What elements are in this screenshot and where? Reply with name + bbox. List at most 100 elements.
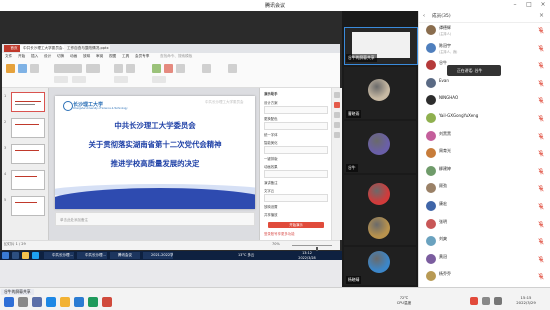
assistant-item[interactable]: 更换配色 — [264, 116, 278, 121]
member-row[interactable]: 张明 — [419, 217, 550, 232]
menu-file[interactable]: 文件 — [5, 54, 12, 59]
minimize-icon[interactable]: – — [510, 1, 520, 9]
taskbar-task[interactable]: 腾讯会议 — [110, 252, 140, 259]
font-selector[interactable] — [54, 64, 82, 73]
shape-icon[interactable] — [152, 64, 161, 73]
screen-share-indicator[interactable]: 谷牛的屏幕共享 — [1, 289, 34, 295]
menu-animation[interactable]: 动画 — [70, 54, 77, 59]
taskbar-task[interactable]: 中共长沙理… — [44, 252, 74, 259]
edge-icon[interactable] — [32, 252, 39, 259]
maximize-icon[interactable]: □ — [524, 1, 534, 9]
task-view-icon[interactable] — [32, 297, 42, 307]
properties-icon[interactable] — [334, 92, 340, 98]
taskbar-task[interactable]: 中共长沙理… — [77, 252, 107, 259]
mic-muted-icon[interactable] — [538, 273, 544, 280]
fill-button[interactable] — [152, 76, 166, 83]
video-tile[interactable]: 曹晓雨 — [344, 67, 416, 119]
mic-muted-icon[interactable] — [538, 62, 544, 69]
menu-slideshow[interactable]: 放映 — [83, 54, 90, 59]
member-row[interactable]: 陈冠宇 (主持人、我) — [419, 41, 550, 56]
wechat-icon[interactable] — [88, 297, 98, 307]
video-tile[interactable] — [344, 211, 416, 245]
member-row[interactable]: Evan — [419, 76, 550, 91]
assistant-icon[interactable] — [334, 102, 340, 108]
mic-muted-icon[interactable] — [538, 185, 544, 192]
taskbar-task[interactable]: 2021-2022学… — [143, 252, 173, 259]
assistant-item[interactable]: 智能美化 — [264, 140, 278, 145]
member-row[interactable]: 谭德辉 (主持人) — [419, 23, 550, 38]
word-icon[interactable] — [74, 297, 84, 307]
assistant-field[interactable] — [264, 122, 328, 130]
mic-muted-icon[interactable] — [538, 44, 544, 52]
current-slide[interactable]: 长沙理工大学 Changsha University of Science & … — [55, 96, 255, 209]
animation-pane-icon[interactable] — [334, 112, 340, 118]
close-panel-icon[interactable]: × — [539, 12, 544, 19]
close-icon[interactable]: × — [538, 1, 548, 9]
align-icon[interactable] — [114, 64, 123, 73]
slide-thumbnail[interactable] — [11, 118, 45, 138]
slide-thumbnail[interactable] — [11, 144, 45, 164]
assistant-field[interactable] — [264, 146, 328, 154]
assistant-item[interactable]: 一键排版 — [264, 156, 278, 161]
system-clock[interactable]: 15:15 2022/3/29 — [506, 295, 546, 305]
find-icon[interactable] — [228, 64, 237, 73]
slide-thumbnail[interactable] — [11, 92, 45, 112]
selection-pane-icon[interactable] — [334, 122, 340, 128]
start-presentation-button[interactable]: 开始演示 — [268, 222, 324, 228]
wps-icon[interactable] — [102, 297, 112, 307]
assistant-field[interactable] — [264, 106, 328, 114]
assistant-footer-link[interactable]: 登录账号享更多功能 — [264, 231, 295, 236]
menu-tools[interactable]: 工具 — [122, 54, 129, 59]
member-row[interactable]: 康宏 — [419, 199, 550, 214]
member-row[interactable]: 顾劲 — [419, 181, 550, 196]
video-tile[interactable]: 杨晓晴 — [344, 247, 416, 285]
member-row[interactable]: 黄冠 — [419, 252, 550, 267]
picture-icon[interactable] — [164, 64, 173, 73]
folder-icon[interactable] — [22, 252, 29, 259]
arrange-icon[interactable] — [202, 64, 211, 73]
textbox-icon[interactable] — [176, 64, 185, 73]
command-search-input[interactable]: 查找命令、搜索模板 — [160, 54, 192, 59]
collapse-icon[interactable]: ‹ — [423, 13, 425, 19]
member-row[interactable]: 刘黑黑 — [419, 129, 550, 144]
italic-button[interactable] — [72, 76, 86, 83]
paragraph-button[interactable] — [114, 76, 128, 83]
mic-muted-icon[interactable] — [538, 203, 544, 210]
zoom-slider[interactable] — [292, 245, 332, 252]
slide-thumbnail[interactable] — [11, 170, 45, 190]
more-icon[interactable] — [334, 132, 340, 138]
menu-transition[interactable]: 切换 — [57, 54, 64, 59]
menu-insert[interactable]: 插入 — [31, 54, 38, 59]
member-row[interactable]: Yail-GXGongYuXeng — [419, 111, 550, 126]
mic-muted-icon[interactable] — [538, 97, 544, 104]
mic-muted-icon[interactable] — [538, 132, 544, 140]
menu-home[interactable]: 开始 — [18, 54, 25, 59]
assistant-item[interactable]: 共享播放 — [264, 212, 278, 217]
mic-muted-icon[interactable] — [538, 220, 544, 228]
assistant-field[interactable] — [264, 170, 328, 178]
bold-button[interactable] — [54, 76, 68, 83]
mic-muted-icon[interactable] — [538, 238, 544, 245]
mic-muted-icon[interactable] — [538, 167, 544, 175]
mic-muted-icon[interactable] — [538, 255, 544, 263]
assistant-field[interactable] — [264, 194, 328, 202]
new-slide-icon[interactable] — [18, 64, 27, 73]
mic-muted-icon[interactable] — [538, 115, 544, 122]
member-row[interactable]: NINGHAO — [419, 93, 550, 108]
font-size-selector[interactable] — [86, 64, 100, 73]
assistant-item[interactable]: 放映设置 — [264, 204, 278, 209]
start-icon[interactable] — [4, 297, 14, 307]
notes-area[interactable]: 单击此处添加备注 — [55, 212, 255, 226]
tab-document-2[interactable]: 工作自查与整改情况.pptx — [64, 45, 110, 52]
search-icon[interactable] — [18, 297, 28, 307]
screen-share-tile[interactable]: 谷牛的屏幕共享 — [344, 27, 418, 65]
mic-muted-icon[interactable] — [538, 27, 544, 34]
member-row[interactable]: 杨乔乔 — [419, 269, 550, 284]
mic-muted-icon[interactable] — [538, 150, 544, 157]
menu-view[interactable]: 视图 — [109, 54, 116, 59]
menu-design[interactable]: 设计 — [44, 54, 51, 59]
assistant-item[interactable]: 动画效果 — [264, 164, 278, 169]
menu-review[interactable]: 审阅 — [96, 54, 103, 59]
bullets-icon[interactable] — [126, 64, 135, 73]
member-row[interactable]: 柳建婷 — [419, 164, 550, 179]
